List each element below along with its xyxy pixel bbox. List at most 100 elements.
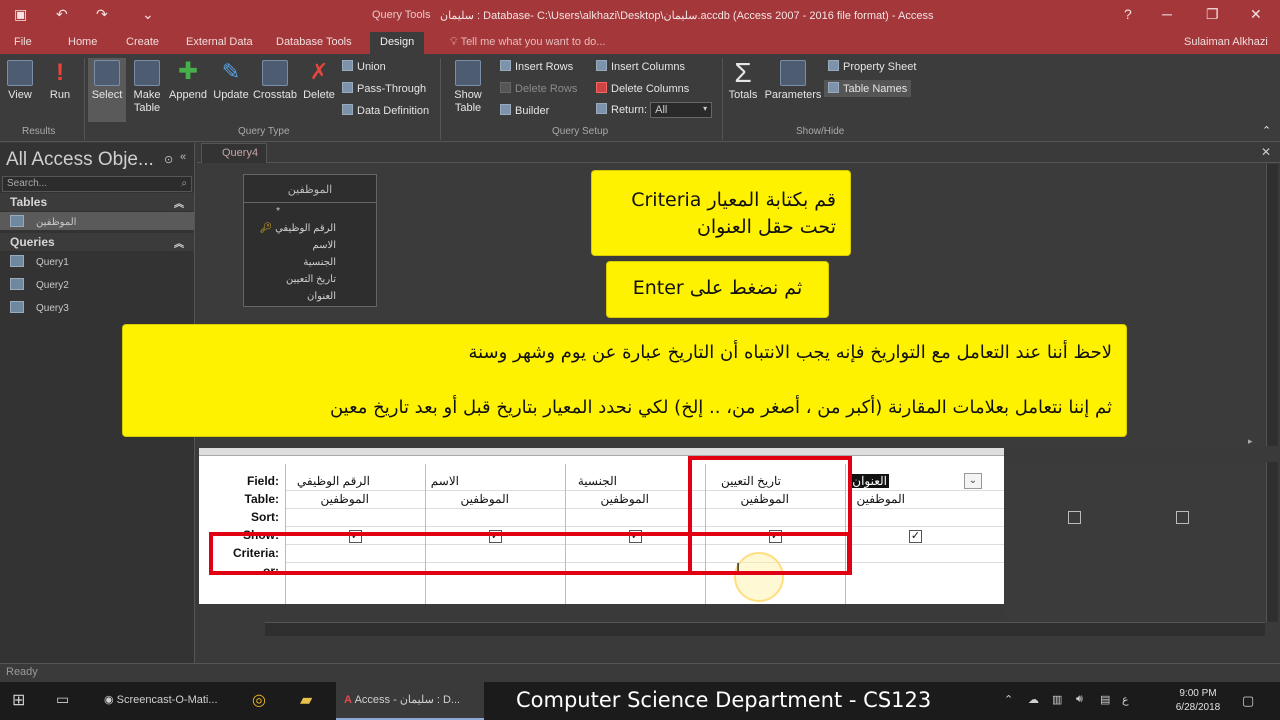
dropdown-arrow-icon: ▾ [703, 104, 708, 113]
table-cell[interactable]: الموظفين [460, 492, 509, 506]
file-explorer-icon[interactable]: ▰ [300, 690, 312, 710]
property-sheet-button[interactable]: Property Sheet [828, 60, 916, 73]
pass-through-button[interactable]: Pass-Through [342, 82, 426, 95]
table-cell[interactable]: الموظفين [856, 492, 905, 506]
field-cell[interactable]: الرقم الوظيفي [297, 474, 370, 488]
field-hire-date[interactable]: تاريخ التعيين [286, 274, 336, 285]
show-checkbox-empty[interactable] [1068, 511, 1081, 524]
collapse-pane-icon[interactable]: « [180, 151, 186, 163]
return-select[interactable]: All ▾ [650, 102, 713, 118]
nav-item-query1[interactable]: Query1 [10, 255, 69, 268]
grid-vertical-scrollbar[interactable] [1266, 462, 1278, 622]
show-checkbox[interactable]: ✓ [909, 530, 922, 543]
crosstab-button[interactable]: Crosstab [252, 60, 298, 102]
delete-columns-label: Delete Columns [611, 83, 690, 95]
nav-pane-title[interactable]: All Access Obje... [6, 149, 154, 171]
tab-file[interactable]: File [14, 36, 32, 48]
insert-columns-button[interactable]: Insert Columns [596, 60, 685, 73]
grid-splitter[interactable] [199, 448, 1004, 456]
insert-rows-button[interactable]: Insert Rows [500, 60, 573, 73]
tab-query4[interactable]: Query4 [201, 143, 268, 163]
view-icon [7, 60, 33, 86]
tray-app-icon[interactable]: ▤ [1100, 693, 1110, 706]
user-name[interactable]: Sulaiman Alkhazi [1184, 36, 1268, 48]
data-definition-icon [342, 104, 353, 115]
table-cell[interactable]: الموظفين [600, 492, 649, 506]
upper-vertical-scrollbar[interactable] [1266, 164, 1278, 446]
nav-group-tables[interactable]: Tables ︽ [0, 193, 194, 211]
keyboard-language-indicator[interactable]: ع [1122, 693, 1129, 706]
append-button[interactable]: ✚ Append [168, 60, 208, 102]
customize-toolbar-icon[interactable]: ⌄ [142, 6, 154, 23]
taskbar-access[interactable]: A Access - سليمان : D... [336, 682, 484, 720]
chrome-icon[interactable]: ◎ [252, 690, 266, 710]
select-query-button[interactable]: Select [88, 58, 126, 122]
builder-button[interactable]: Builder [500, 104, 549, 117]
run-button[interactable]: ! Run [44, 60, 76, 102]
taskbar-screencast[interactable]: ◉ Screencast-O-Mati... [104, 693, 218, 706]
field-cell-selected[interactable]: العنوان [849, 474, 889, 488]
notifications-icon[interactable]: ▢ [1242, 693, 1254, 709]
table-cell[interactable]: الموظفين [320, 492, 369, 506]
make-table-button[interactable]: Make Table [130, 60, 164, 115]
field-all[interactable]: * [276, 206, 280, 217]
union-button[interactable]: Union [342, 60, 386, 73]
field-cell[interactable]: الجنسية [578, 474, 617, 488]
restore-icon[interactable]: ❐ [1206, 6, 1219, 23]
scroll-right-icon[interactable]: ▸ [1248, 436, 1253, 447]
tab-design[interactable]: Design [370, 32, 425, 54]
table-names-button[interactable]: Table Names [824, 80, 912, 97]
field-employee-id[interactable]: 🔑︎ الرقم الوظيفي [260, 223, 336, 234]
nav-search-input[interactable]: Search... ⌕ [2, 176, 192, 192]
plus-icon: ✚ [175, 60, 201, 86]
field-name[interactable]: الاسم [312, 240, 336, 251]
show-table-button[interactable]: Show Table [450, 60, 486, 115]
field-cell[interactable]: الاسم [431, 474, 459, 488]
volume-icon[interactable]: 🔊︎ [1076, 693, 1083, 706]
nav-item-query3[interactable]: Query3 [10, 301, 69, 314]
tab-create[interactable]: Create [126, 36, 159, 48]
collapse-ribbon-icon[interactable]: ⌃ [1262, 124, 1271, 137]
nav-menu-icon[interactable]: ⊙ [164, 153, 173, 166]
employees-table-box[interactable]: الموظفين * 🔑︎ الرقم الوظيفي الاسم الجنسي… [243, 174, 377, 307]
undo-icon[interactable]: ↶ [56, 6, 68, 23]
delete-columns-button[interactable]: Delete Columns [596, 82, 689, 95]
tell-me-box[interactable]: 💡︎ Tell me what you want to do... [450, 36, 605, 49]
return-label: Return: [611, 103, 648, 116]
save-icon[interactable]: ▣ [14, 6, 27, 23]
redo-icon[interactable]: ↷ [96, 6, 108, 23]
video-caption: Computer Science Department - CS123 [516, 688, 932, 712]
parameters-button[interactable]: Parameters [762, 60, 824, 102]
field-dropdown-arrow-icon[interactable]: ⌄ [964, 473, 982, 489]
tray-chevron-icon[interactable]: ⌃ [1004, 693, 1013, 706]
table-icon [10, 215, 24, 227]
search-icon[interactable]: ⌕ [181, 178, 187, 189]
totals-button[interactable]: Σ Totals [726, 59, 760, 102]
group-results: Results [22, 126, 56, 137]
system-clock[interactable]: 9:00 PM 6/28/2018 [1168, 687, 1228, 715]
tab-external-data[interactable]: External Data [186, 36, 253, 48]
minimize-icon[interactable]: ─ [1162, 6, 1172, 22]
nav-item-label: Query3 [36, 303, 69, 314]
tab-database-tools[interactable]: Database Tools [276, 36, 352, 48]
update-button[interactable]: ✎ Update [212, 60, 250, 102]
delete-query-button[interactable]: ✗ Delete [300, 60, 338, 102]
windows-start-icon[interactable]: ⊞ [12, 690, 25, 710]
data-definition-button[interactable]: Data Definition [342, 104, 429, 117]
grid-horizontal-scrollbar[interactable] [265, 622, 1265, 636]
field-nationality[interactable]: الجنسية [303, 257, 336, 268]
view-button[interactable]: View [4, 60, 36, 102]
close-icon[interactable]: ✕ [1250, 6, 1262, 23]
nav-item-query2[interactable]: Query2 [10, 278, 69, 291]
help-button[interactable]: ? [1124, 6, 1132, 22]
nav-group-queries[interactable]: Queries ︽ [0, 233, 194, 251]
field-address[interactable]: العنوان [307, 291, 336, 302]
onedrive-icon[interactable]: ☁ [1028, 693, 1039, 706]
grid-column-5[interactable]: العنوان الموظفين ⌄ ✓ [845, 464, 985, 604]
task-view-icon[interactable]: ▭ [56, 691, 69, 708]
nav-item-table-employees[interactable]: الموظفين [0, 212, 194, 230]
show-checkbox-empty[interactable] [1176, 511, 1189, 524]
tab-home[interactable]: Home [68, 36, 97, 48]
close-document-icon[interactable]: ✕ [1261, 145, 1271, 159]
network-icon[interactable]: ▥ [1052, 693, 1062, 706]
